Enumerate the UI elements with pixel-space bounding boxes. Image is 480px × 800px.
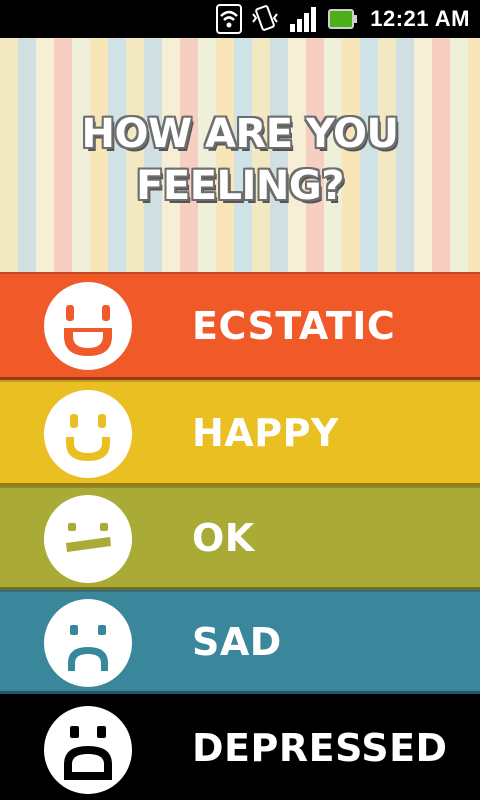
question-line-2: FEELING? — [136, 163, 344, 209]
sad-face-icon — [44, 599, 132, 687]
status-time: 12:21 AM — [370, 6, 470, 31]
depressed-face-icon — [44, 706, 132, 794]
question-title: HOW ARE YOU FEELING? — [60, 108, 420, 212]
mood-label-sad: SAD — [192, 619, 282, 664]
ecstatic-face-icon — [44, 282, 132, 370]
mood-option-sad[interactable]: SAD — [0, 590, 480, 694]
mood-list: ECSTATIC HAPPY OK SAD DEPRESSED — [0, 272, 480, 800]
mood-label-ok: OK — [192, 515, 255, 560]
question-line-1: HOW ARE YOU — [81, 111, 399, 157]
happy-face-icon — [44, 390, 132, 478]
header-banner: HOW ARE YOU FEELING? — [0, 38, 480, 272]
signal-icon — [288, 4, 320, 34]
mood-label-ecstatic: ECSTATIC — [192, 303, 396, 348]
wifi-icon — [216, 4, 243, 34]
mood-option-ok[interactable]: OK — [0, 486, 480, 590]
vibrate-icon — [250, 4, 280, 34]
mood-label-happy: HAPPY — [192, 410, 339, 455]
ok-face-icon — [44, 495, 132, 583]
status-bar: 12:21 AM — [0, 0, 480, 38]
mood-option-happy[interactable]: HAPPY — [0, 380, 480, 486]
battery-icon — [328, 7, 358, 31]
mood-option-depressed[interactable]: DEPRESSED — [0, 694, 480, 800]
mood-option-ecstatic[interactable]: ECSTATIC — [0, 272, 480, 380]
mood-label-depressed: DEPRESSED — [192, 726, 448, 770]
